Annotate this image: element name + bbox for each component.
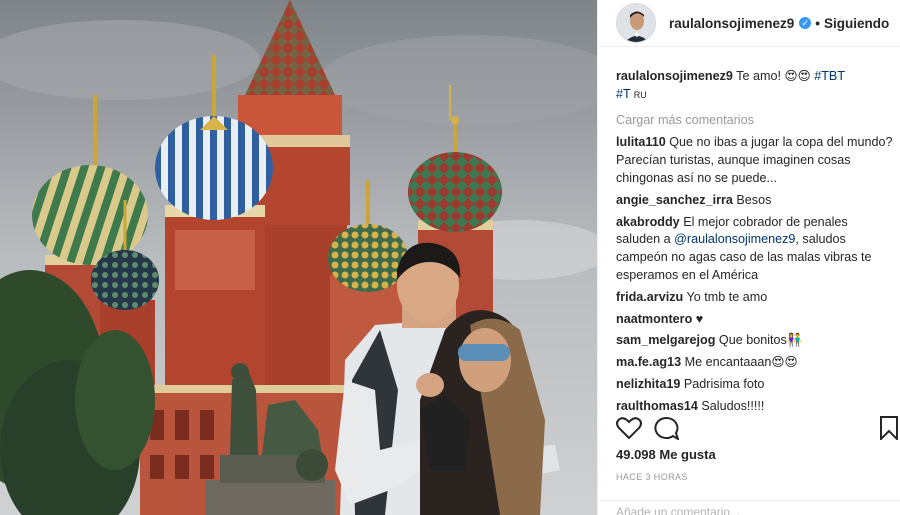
post-actions-bar [616, 414, 900, 446]
bookmark-icon[interactable] [879, 416, 899, 445]
comment-item: ma.fe.ag13 Me encantaaan😍😍 [616, 354, 894, 372]
comment-username[interactable]: ma.fe.ag13 [616, 355, 681, 369]
avatar[interactable] [616, 3, 656, 43]
comment-text: Saludos!!!!! [701, 398, 765, 413]
comment-item: angie_sanchez_irra Besos [616, 192, 894, 210]
likes-count[interactable]: 49.098 Me gusta [616, 447, 716, 462]
comment-text: Me encantaaan😍😍 [684, 355, 798, 370]
avatar-image [617, 4, 655, 42]
comment-item: naatmontero ♥ [616, 311, 894, 329]
comment-username[interactable]: sam_melgarejog [616, 333, 715, 347]
comment-text: Que bonitos👫 [718, 333, 803, 348]
comment-item: sam_melgarejog Que bonitos👫 [616, 332, 894, 350]
comment-username[interactable]: akabroddy [616, 215, 680, 229]
comment-item: lulita110 Que no ibas a jugar la copa de… [616, 134, 894, 187]
post-timestamp: HACE 3 HORAS [616, 472, 688, 482]
comment-username[interactable]: angie_sanchez_irra [616, 193, 733, 207]
comment-username[interactable]: lulita110 [616, 135, 666, 149]
comment-username[interactable]: raulthomas14 [616, 399, 698, 413]
comment-item: frida.arvizu Yo tmb te amo [616, 289, 894, 307]
header-username[interactable]: raulalonsojimenez9 [669, 16, 794, 31]
comments-list: raulalonsojimenez9 Te amo! 😍😍 #TBT #T RU … [616, 68, 894, 420]
post-photo[interactable] [0, 0, 597, 515]
comment-username[interactable]: naatmontero [616, 312, 692, 326]
hashtag-link[interactable]: #TBT [814, 69, 845, 83]
comment-username[interactable]: nelizhita19 [616, 377, 680, 391]
post-header: raulalonsojimenez9 ✓ • Siguiendo [598, 0, 900, 47]
comment-text: ♥ [695, 311, 704, 326]
hashtag-link[interactable]: #T [616, 87, 631, 101]
comment-item: raulthomas14 Saludos!!!!! [616, 398, 894, 416]
heart-outline-icon[interactable] [616, 416, 642, 445]
comment-text: Besos [736, 192, 772, 207]
add-comment-input[interactable]: Añade un comentario... [598, 500, 900, 515]
post-side-panel: raulalonsojimenez9 ✓ • Siguiendo raulalo… [597, 0, 900, 515]
load-more-comments-link[interactable]: Cargar más comentarios [616, 112, 894, 130]
post-caption: raulalonsojimenez9 Te amo! 😍😍 #TBT #T RU [616, 68, 894, 105]
comment-item: akabroddy El mejor cobrador de penales s… [616, 214, 894, 285]
comment-text: Yo tmb te amo [686, 289, 768, 304]
mention-link[interactable]: @raulalonsojimenez9 [674, 232, 795, 246]
speech-bubble-icon[interactable] [653, 416, 680, 445]
caption-tail: RU [633, 89, 647, 100]
comment-item: nelizhita19 Padrisima foto [616, 376, 894, 394]
header-separator: • [815, 15, 821, 31]
verified-badge-icon: ✓ [799, 17, 812, 29]
comment-username[interactable]: frida.arvizu [616, 290, 683, 304]
comment-text: Padrisima foto [683, 376, 765, 391]
cathedral-photo [0, 0, 597, 515]
caption-username[interactable]: raulalonsojimenez9 [616, 69, 733, 83]
caption-text: Te amo! 😍😍 [736, 69, 811, 83]
follow-status-button[interactable]: Siguiendo [824, 16, 889, 31]
